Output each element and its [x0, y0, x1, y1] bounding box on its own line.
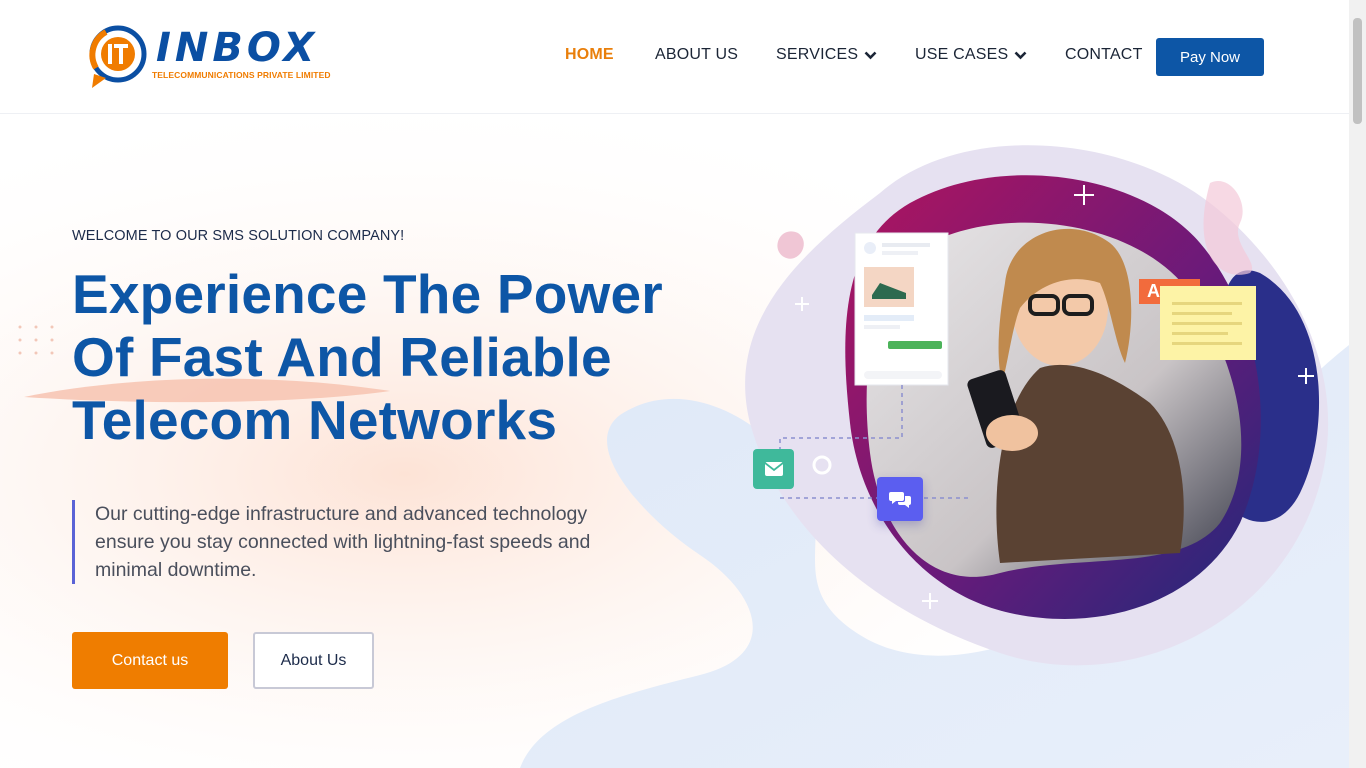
chevron-down-icon: [1014, 51, 1027, 59]
nav-contact[interactable]: CONTACT: [1065, 46, 1143, 64]
company-logo[interactable]: INBOX TELECOMMUNICATIONS PRIVATE LIMITED: [86, 24, 336, 90]
nav-use-cases[interactable]: USE CASES: [915, 46, 1027, 64]
nav-use-cases-label: USE CASES: [915, 46, 1009, 63]
nav-home[interactable]: HOME: [565, 46, 614, 64]
nav-services-label: SERVICES: [776, 46, 859, 63]
hero-welcome-text: WELCOME TO OUR SMS SOLUTION COMPANY!: [72, 228, 405, 244]
contact-us-button[interactable]: Contact us: [72, 632, 228, 689]
hero-description-block: Our cutting-edge infrastructure and adva…: [72, 500, 632, 584]
hero-illustration: [745, 145, 1329, 666]
nav-services[interactable]: SERVICES: [776, 46, 877, 64]
hero-headline: Experience The Power Of Fast And Reliabl…: [72, 263, 663, 451]
logo-mark-icon: [89, 25, 147, 88]
chat-badge: [877, 477, 923, 521]
sticky-note-card: [1160, 286, 1256, 360]
nav-home-label: HOME: [565, 46, 614, 63]
about-us-button[interactable]: About Us: [253, 632, 374, 689]
pay-now-button[interactable]: Pay Now: [1156, 38, 1264, 76]
site-header: INBOX TELECOMMUNICATIONS PRIVATE LIMITED…: [0, 0, 1349, 114]
hero-description: Our cutting-edge infrastructure and adva…: [95, 503, 591, 581]
email-badge: [753, 449, 794, 489]
nav-about-label: ABOUT US: [655, 46, 739, 63]
page-scrollbar[interactable]: [1349, 0, 1366, 768]
nav-about-us[interactable]: ABOUT US: [655, 46, 738, 64]
hero-section: WELCOME TO OUR SMS SOLUTION COMPANY! Exp…: [0, 115, 1349, 768]
scrollbar-thumb[interactable]: [1353, 18, 1362, 124]
envelope-icon: [764, 462, 783, 476]
chat-icon: [889, 492, 911, 508]
logo-subtitle: TELECOMMUNICATIONS PRIVATE LIMITED: [152, 70, 331, 80]
logo-wordmark: INBOX: [156, 25, 319, 71]
nav-contact-label: CONTACT: [1065, 46, 1143, 63]
chevron-down-icon: [864, 51, 877, 59]
